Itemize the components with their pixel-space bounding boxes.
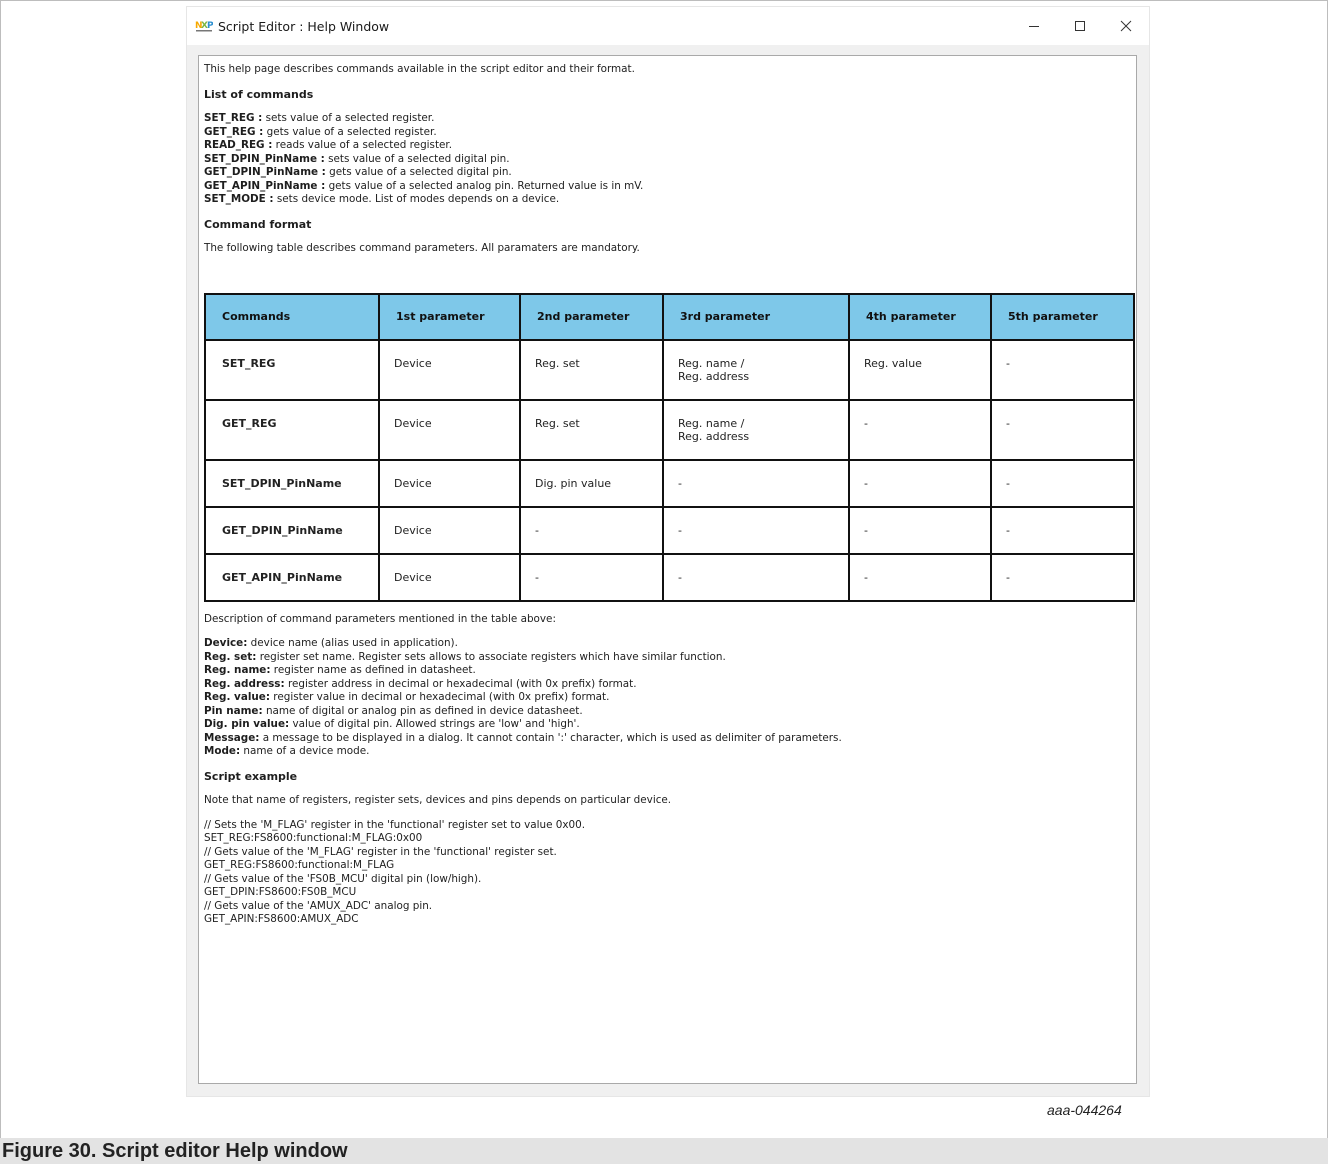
caption-bar: Figure 30. Script editor Help window xyxy=(0,1138,1328,1164)
close-icon xyxy=(1120,20,1132,32)
table-row: SET_DPIN_PinName Device Dig. pin value -… xyxy=(204,458,1135,508)
intro-text: This help page describes commands availa… xyxy=(204,63,635,75)
table-cell: Device xyxy=(378,552,521,602)
list-item: Reg. name: register name as defined in d… xyxy=(204,664,476,676)
table-cell: GET_APIN_PinName xyxy=(204,552,380,602)
code-line: GET_DPIN:FS8600:FS0B_MCU xyxy=(204,886,357,898)
list-item: GET_REG : gets value of a selected regis… xyxy=(204,125,437,138)
table-cell: Device xyxy=(378,458,521,508)
table-cell: - xyxy=(519,505,664,555)
svg-text:P: P xyxy=(207,21,213,31)
table-cell: Reg. set xyxy=(519,338,664,401)
table-cell: SET_REG xyxy=(204,338,380,401)
list-item: Message: a message to be displayed in a … xyxy=(204,731,842,744)
window-title: Script Editor : Help Window xyxy=(218,18,390,34)
help-content-pane[interactable]: This help page describes commands availa… xyxy=(198,55,1137,1084)
table-cell: GET_REG xyxy=(204,398,380,461)
code-line: GET_REG:FS8600:functional:M_FLAG xyxy=(204,859,395,871)
table-cell: - xyxy=(990,505,1135,555)
nxp-logo-icon: N X P xyxy=(194,18,214,34)
list-item: SET_REG : sets value of a selected regis… xyxy=(204,112,435,124)
maximize-icon xyxy=(1075,21,1085,31)
table-cell: - xyxy=(848,552,992,602)
list-item: Reg. value: register value in decimal or… xyxy=(204,691,610,703)
table-cell: - xyxy=(990,398,1135,461)
table-header-row: Commands 1st parameter 2nd parameter 3rd… xyxy=(204,292,1135,341)
format-heading: Command format xyxy=(204,217,312,231)
table-cell: - xyxy=(848,398,992,461)
table-cell: - xyxy=(848,458,992,508)
figure-frame: N X P Script Editor : Help Window This h… xyxy=(0,0,1328,1139)
table-cell: - xyxy=(990,552,1135,602)
column-header: 5th parameter xyxy=(990,292,1135,341)
close-button[interactable] xyxy=(1103,7,1149,45)
code-line: GET_APIN:FS8600:AMUX_ADC xyxy=(204,913,359,925)
list-item: Reg. address: register address in decima… xyxy=(204,677,637,690)
params-intro: Description of command parameters mentio… xyxy=(204,612,556,625)
table-cell: - xyxy=(662,458,850,508)
figure-id: aaa-044264 xyxy=(1047,1102,1122,1118)
column-header: 4th parameter xyxy=(848,292,992,341)
command-list: SET_REG : sets value of a selected regis… xyxy=(204,112,1131,207)
example-note: Note that name of registers, register se… xyxy=(204,794,672,806)
code-line: // Gets value of the 'AMUX_ADC' analog p… xyxy=(204,899,433,912)
table-cell: Device xyxy=(378,505,521,555)
list-item: SET_DPIN_PinName : sets value of a selec… xyxy=(204,152,510,165)
list-item: Reg. set: register set name. Register se… xyxy=(204,650,726,663)
table-cell: - xyxy=(662,552,850,602)
list-item: Device: device name (alias used in appli… xyxy=(204,637,458,649)
code-line: // Gets value of the 'M_FLAG' register i… xyxy=(204,845,557,858)
param-list: Device: device name (alias used in appli… xyxy=(204,637,1131,759)
list-heading: List of commands xyxy=(204,87,314,101)
table-cell: Reg. name / Reg. address xyxy=(662,398,850,461)
title-bar[interactable]: N X P Script Editor : Help Window xyxy=(187,7,1149,45)
table-cell: - xyxy=(519,552,664,602)
command-table: Commands 1st parameter 2nd parameter 3rd… xyxy=(204,292,1135,602)
window-controls xyxy=(1011,7,1149,45)
table-cell: Reg. set xyxy=(519,398,664,461)
format-text: The following table describes command pa… xyxy=(204,242,640,254)
table-cell: - xyxy=(662,505,850,555)
table-cell: Reg. value xyxy=(848,338,992,401)
script-example: // Sets the 'M_FLAG' register in the 'fu… xyxy=(204,819,1131,927)
table-cell: GET_DPIN_PinName xyxy=(204,505,380,555)
example-heading: Script example xyxy=(204,769,298,783)
help-window: N X P Script Editor : Help Window This h… xyxy=(186,6,1150,1097)
list-item: GET_APIN_PinName : gets value of a selec… xyxy=(204,179,644,192)
code-line: // Gets value of the 'FS0B_MCU' digital … xyxy=(204,872,482,885)
minimize-icon xyxy=(1029,26,1039,27)
column-header: 1st parameter xyxy=(378,292,521,341)
table-cell: Dig. pin value xyxy=(519,458,664,508)
list-item: READ_REG : reads value of a selected reg… xyxy=(204,139,453,151)
minimize-button[interactable] xyxy=(1011,7,1057,45)
table-row: GET_REG Device Reg. set Reg. name / Reg. … xyxy=(204,398,1135,461)
table-cell: - xyxy=(848,505,992,555)
table-row: SET_REG Device Reg. set Reg. name / Reg. … xyxy=(204,338,1135,401)
list-item: Dig. pin value: value of digital pin. Al… xyxy=(204,718,580,730)
table-cell: - xyxy=(990,458,1135,508)
column-header: 2nd parameter xyxy=(519,292,664,341)
list-item: Mode: name of a device mode. xyxy=(204,745,370,757)
table-cell: Device xyxy=(378,398,521,461)
table-cell: - xyxy=(990,338,1135,401)
column-header: Commands xyxy=(204,292,380,341)
table-row: GET_APIN_PinName Device - - - - xyxy=(204,552,1135,602)
table-row: GET_DPIN_PinName Device - - - - xyxy=(204,505,1135,555)
code-line: // Sets the 'M_FLAG' register in the 'fu… xyxy=(204,818,586,831)
column-header: 3rd parameter xyxy=(662,292,850,341)
list-item: GET_DPIN_PinName : gets value of a selec… xyxy=(204,166,512,178)
figure-caption: Figure 30. Script editor Help window xyxy=(2,1140,348,1162)
table-cell: Reg. name / Reg. address xyxy=(662,338,850,401)
code-line: SET_REG:FS8600:functional:M_FLAG:0x00 xyxy=(204,832,423,844)
table-cell: SET_DPIN_PinName xyxy=(204,458,380,508)
list-item: Pin name: name of digital or analog pin … xyxy=(204,704,583,717)
table-cell: Device xyxy=(378,338,521,401)
list-item: SET_MODE : sets device mode. List of mod… xyxy=(204,193,560,205)
maximize-button[interactable] xyxy=(1057,7,1103,45)
